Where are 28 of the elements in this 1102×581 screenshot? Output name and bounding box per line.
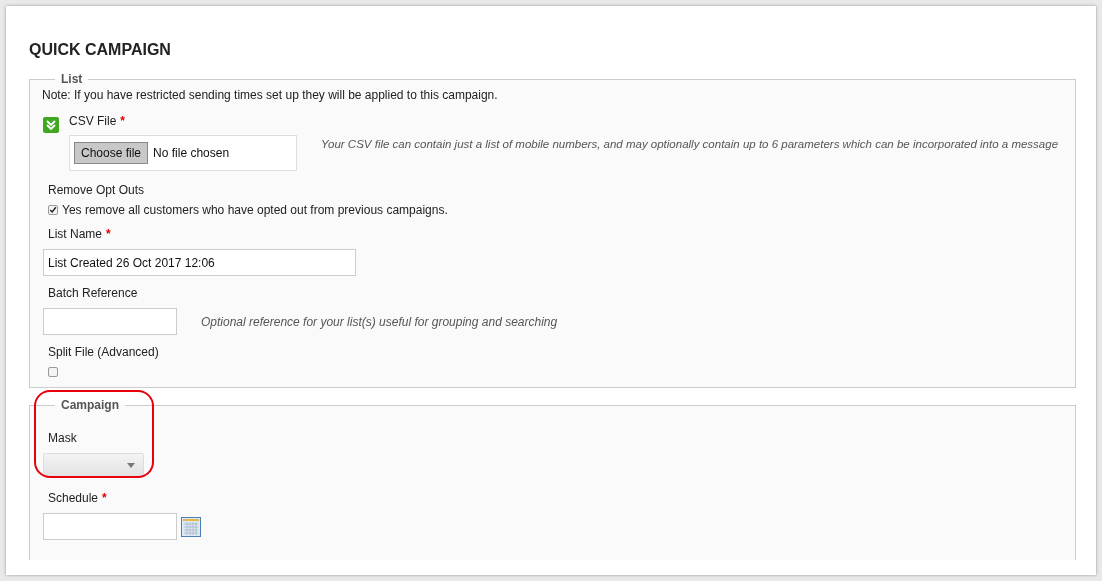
field-label: Mask — [48, 430, 77, 447]
list-name-field[interactable]: List Created 26 Oct 2017 12:06 — [43, 249, 356, 276]
section-legend: List — [55, 70, 89, 88]
checkbox[interactable] — [48, 367, 58, 377]
field-label: List Name — [48, 226, 103, 243]
field-label: Batch Reference — [48, 285, 138, 302]
checkbox[interactable] — [48, 205, 58, 215]
checkbox-label: Yes remove all customers who have opted out from previous campaigns. — [62, 202, 448, 219]
field-label: Split File (Advanced) — [48, 344, 159, 361]
download-icon — [43, 117, 59, 133]
field-label: CSV File — [69, 113, 117, 130]
required-asterisk: * — [120, 113, 125, 130]
field-label: Schedule — [48, 490, 99, 507]
batch-reference-field[interactable] — [43, 308, 177, 335]
required-asterisk: * — [102, 490, 107, 507]
file-status: No file chosen — [153, 145, 230, 162]
choose-file-button[interactable]: Choose file — [74, 142, 149, 164]
required-asterisk: * — [106, 226, 111, 243]
page-title: QUICK CAMPAIGN — [29, 40, 172, 60]
mask-dropdown[interactable] — [43, 453, 144, 477]
help-text: Optional reference for your list(s) useful for grouping and searching — [201, 313, 558, 331]
caret-icon — [127, 462, 135, 468]
schedule-field[interactable] — [43, 513, 177, 540]
section-legend: Campaign — [55, 396, 125, 414]
help-text: Your CSV file can contain just a list of mobile numbers, and may optionally contain up to 6 parameters which can be incorporated into a message — [321, 136, 1059, 152]
calendar-icon[interactable] — [181, 516, 201, 537]
field-label: Remove Opt Outs — [48, 182, 145, 199]
note-text: Note: If you have restricted sending times set up they will be applied to this campaign. — [42, 87, 499, 104]
